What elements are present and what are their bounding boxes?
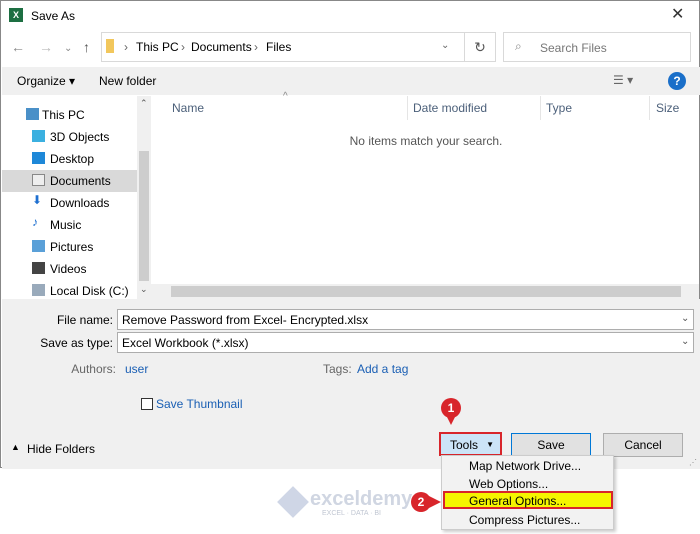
menu-item-general-options[interactable]: General Options... [443,491,613,509]
sort-arrow-icon: ^ [283,91,288,102]
search-input[interactable]: Search Files [503,32,691,62]
desktop-icon [32,152,45,164]
menu-item-map-network-drive[interactable]: Map Network Drive... [469,459,581,473]
sidebar-scrollbar[interactable]: ⌃ ⌄ [137,96,151,299]
save-as-type-select[interactable]: Excel Workbook (*.xlsx) [117,332,694,353]
chevron-up-icon[interactable]: ▲ [11,442,20,452]
sidebar-item-this-pc[interactable]: This PC [2,104,137,126]
sidebar-item-label: Desktop [50,152,95,166]
tools-button[interactable]: Tools ▼ [439,432,502,456]
help-icon[interactable]: ? [668,72,686,90]
save-as-dialog: X Save As ✕ ← → ⌄ ↑ › This PC › Document… [0,0,700,469]
add-tag-link[interactable]: Add a tag [357,362,408,376]
sidebar-item-label: Music [50,218,82,232]
authors-value[interactable]: user [125,362,148,376]
disk-icon [32,284,45,296]
sidebar-item-label: Videos [50,262,87,276]
sidebar-item-label: Local Disk (C:) [50,284,129,298]
chevron-down-icon[interactable]: ⌄ [681,336,689,347]
navigation-pane: This PC 3D Objects Desktop Documents ⬇ Do… [2,96,137,299]
tools-label: Tools [450,438,479,452]
chevron-down-icon[interactable]: ⌄ [681,313,689,324]
watermark-tagline: EXCEL · DATA · BI [322,510,381,517]
sidebar-item-label: Downloads [50,196,110,210]
sidebar-item-label: This PC [42,108,85,122]
column-date-modified[interactable]: Date modified [413,101,487,115]
watermark-brand: exceldemy [310,488,413,510]
refresh-button[interactable]: ↻ [464,32,496,62]
resize-grip-icon[interactable]: ⋰ [689,458,697,467]
documents-icon [32,174,45,186]
sidebar-item-videos[interactable]: Videos [2,258,137,280]
tags-label: Tags: [323,362,352,376]
file-name-input[interactable]: Remove Password from Excel- Encrypted.xl… [117,309,694,330]
tools-menu: Map Network Drive... Web Options... Gene… [441,455,614,530]
column-type[interactable]: Type [546,101,572,115]
view-options-icon[interactable]: ☰ ▾ [613,73,633,87]
forward-icon[interactable]: → [39,39,53,55]
authors-label: Authors: [71,362,116,376]
up-icon[interactable]: ↑ [83,39,90,55]
sidebar-item-desktop[interactable]: Desktop [2,148,137,170]
address-dropdown-icon[interactable]: ⌄ [441,40,449,51]
file-name-label: File name: [56,313,113,327]
excel-icon: X [9,8,23,22]
dropdown-arrow-icon: ▼ [486,440,494,449]
column-size[interactable]: Size [656,101,679,115]
sidebar-item-label: 3D Objects [50,130,110,144]
save-thumbnail-checkbox[interactable] [141,398,153,410]
sidebar-item-music[interactable]: ♪ Music [2,214,137,236]
sidebar-item-downloads[interactable]: ⬇ Downloads [2,192,137,214]
videos-icon [32,262,45,274]
pointer-icon [446,415,456,425]
folder-icon [106,39,114,53]
menu-item-label: General Options... [469,494,567,508]
download-icon: ⬇ [32,193,43,207]
sidebar-item-3d-objects[interactable]: 3D Objects [2,126,137,148]
pictures-icon [32,240,45,252]
new-folder-button[interactable]: New folder [99,74,156,88]
back-icon[interactable]: ← [11,39,25,55]
menu-item-web-options[interactable]: Web Options... [469,477,548,491]
save-thumbnail-label[interactable]: Save Thumbnail [156,397,243,411]
pointer-icon [429,496,441,508]
dialog-title: Save As [31,9,76,23]
save-button[interactable]: Save [511,433,591,457]
music-icon: ♪ [32,215,38,229]
sidebar-item-label: Documents [50,174,111,188]
sidebar-item-documents[interactable]: Documents [2,170,137,192]
watermark-logo-icon [277,486,309,518]
crumb-documents[interactable]: Documents [191,40,252,54]
cube-icon [32,130,45,142]
cancel-button[interactable]: Cancel [603,433,683,457]
hide-folders-button[interactable]: Hide Folders [27,442,95,456]
crumb-this-pc[interactable]: This PC [136,40,179,54]
crumb-files[interactable]: Files [266,40,291,54]
sidebar-item-pictures[interactable]: Pictures [2,236,137,258]
close-button[interactable]: ✕ [671,4,684,24]
annotation-badge-2: 2 [411,492,431,512]
save-as-type-label: Save as type: [40,336,113,350]
sidebar-item-label: Pictures [50,240,94,254]
column-name[interactable]: Name [172,101,204,115]
pc-icon [26,108,39,120]
empty-message: No items match your search. [349,134,503,148]
organize-button[interactable]: Organize ▾ [17,74,75,88]
recent-chevron-icon[interactable]: ⌄ [64,43,72,54]
file-list-scrollbar[interactable] [151,284,699,299]
menu-item-compress-pictures[interactable]: Compress Pictures... [469,513,580,527]
search-icon: ⌕ [515,39,522,53]
